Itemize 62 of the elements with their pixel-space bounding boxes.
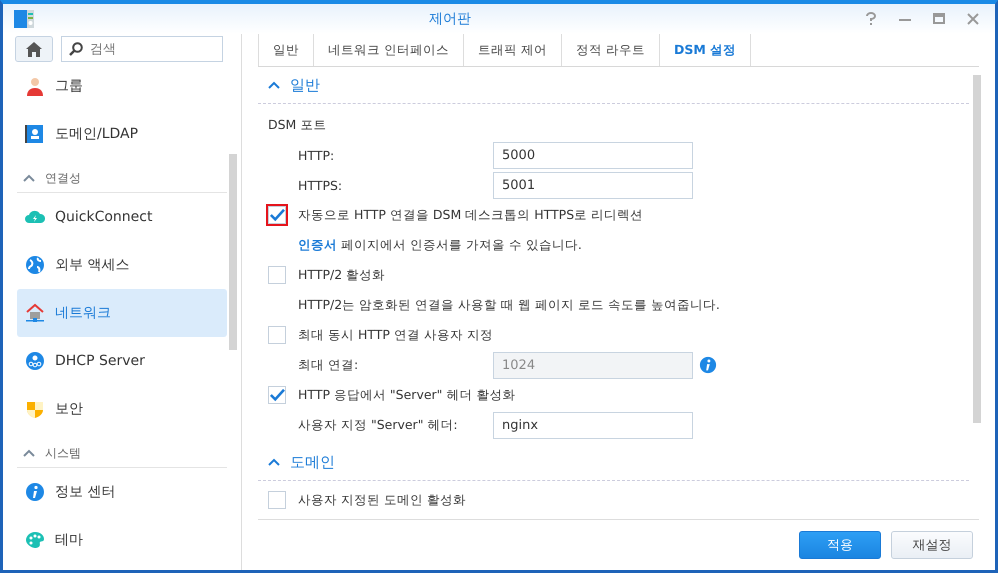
tab[interactable]: 트래픽 제어 bbox=[464, 34, 562, 66]
section-header[interactable]: 일반 bbox=[258, 67, 969, 104]
checkbox[interactable] bbox=[268, 326, 286, 344]
hint-text: 인증서 페이지에서 인증서를 가져올 수 있습니다. bbox=[297, 236, 582, 254]
section-header[interactable]: 연결성 bbox=[17, 164, 227, 193]
reset-button[interactable]: 재설정 bbox=[891, 531, 973, 559]
app-logo-icon bbox=[13, 8, 35, 30]
chevron-icon bbox=[23, 448, 35, 458]
field-label: 사용자 지정 "Server" 헤더: bbox=[298, 416, 459, 434]
section-header[interactable]: 시스템 bbox=[17, 439, 227, 468]
sidebar-item-icon bbox=[25, 255, 45, 275]
home-button[interactable] bbox=[15, 36, 53, 62]
chevron-icon bbox=[268, 458, 280, 466]
chevron-icon bbox=[268, 80, 280, 90]
sidebar-item-icon bbox=[25, 482, 45, 502]
close-icon[interactable] bbox=[967, 12, 979, 26]
sidebar-item[interactable]: QuickConnect bbox=[17, 193, 227, 241]
input-field[interactable]: nginx bbox=[493, 412, 693, 438]
checkbox[interactable] bbox=[268, 386, 286, 404]
sidebar-item[interactable]: 그룹 bbox=[17, 62, 227, 110]
sidebar-item[interactable]: 테마 bbox=[17, 516, 227, 564]
checkbox-label: HTTP 응답에서 "Server" 헤더 활성화 bbox=[298, 386, 516, 404]
checkbox-label: 사용자 지정된 도메인 활성화 bbox=[298, 492, 466, 508]
house-icon bbox=[26, 42, 42, 56]
sidebar-item-icon bbox=[25, 303, 45, 323]
chevron-icon bbox=[23, 174, 35, 182]
search-field[interactable]: 검색 bbox=[61, 36, 223, 62]
search-icon bbox=[69, 42, 83, 56]
field-label: HTTP: bbox=[298, 148, 336, 162]
field-label: HTTPS: bbox=[298, 178, 344, 192]
hint-text: HTTP/2는 암호화된 연결을 사용할 때 웹 페이지 로드 속도를 높여줍니다. bbox=[297, 296, 720, 314]
sidebar-item-icon bbox=[25, 530, 45, 550]
sidebar-item[interactable]: DHCP Server bbox=[17, 337, 227, 385]
sidebar-item[interactable]: 도메인/LDAP bbox=[17, 110, 227, 158]
tab[interactable]: DSM 설정 bbox=[660, 34, 752, 66]
input-field[interactable]: 5000 bbox=[493, 142, 693, 168]
sidebar-item[interactable]: 네트워크 bbox=[17, 289, 227, 337]
checkbox-label: HTTP/2 활성화 bbox=[298, 266, 386, 284]
tab[interactable]: 일반 bbox=[258, 34, 314, 66]
scrollbar[interactable] bbox=[229, 154, 237, 350]
checkbox[interactable] bbox=[268, 491, 286, 509]
tab[interactable]: 정적 라우트 bbox=[562, 34, 660, 66]
help-icon[interactable] bbox=[865, 12, 877, 26]
section-header[interactable]: 도메인 bbox=[258, 444, 969, 481]
sidebar-item[interactable]: 정보 센터 bbox=[17, 468, 227, 516]
field-label: 최대 연결: bbox=[298, 356, 360, 374]
sidebar-item-icon bbox=[25, 76, 45, 96]
checkbox-label: 자동으로 HTTP 연결을 DSM 데스크톱의 HTTPS로 리디렉션 bbox=[298, 206, 644, 224]
sidebar-item-icon bbox=[25, 399, 45, 419]
tab[interactable]: 네트워크 인터페이스 bbox=[314, 34, 464, 66]
checkbox-label: 최대 동시 HTTP 연결 사용자 지정 bbox=[298, 326, 493, 344]
maximize-icon[interactable] bbox=[933, 12, 945, 26]
group-label: DSM 포트 bbox=[268, 116, 326, 134]
certificate-link[interactable]: 인증서 bbox=[298, 236, 337, 252]
sidebar-item[interactable]: 외부 액세스 bbox=[17, 241, 227, 289]
sidebar-item-icon bbox=[25, 351, 45, 371]
input-field[interactable]: 5001 bbox=[493, 172, 693, 198]
window-title: 제어판 bbox=[428, 10, 472, 28]
scrollbar[interactable] bbox=[973, 75, 981, 423]
checkbox[interactable] bbox=[268, 266, 286, 284]
sidebar-item[interactable]: 보안 bbox=[17, 385, 227, 433]
sidebar-item-icon bbox=[25, 124, 45, 144]
